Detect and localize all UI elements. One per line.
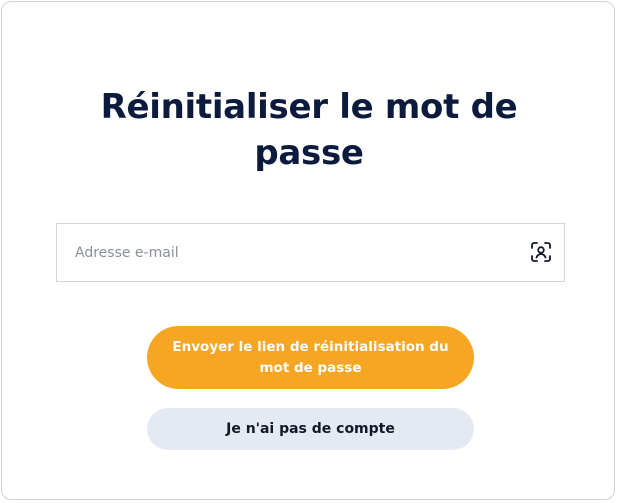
reset-password-card: Réinitialiser le mot de passe Envoyer le… bbox=[1, 1, 615, 500]
no-account-button[interactable]: Je n'ai pas de compte bbox=[147, 408, 474, 450]
email-field[interactable] bbox=[57, 224, 517, 281]
send-reset-link-button[interactable]: Envoyer le lien de réinitialisation du m… bbox=[147, 326, 474, 389]
email-field-container bbox=[56, 223, 565, 282]
page-title-line-2: passe bbox=[254, 133, 364, 173]
user-scan-icon[interactable] bbox=[530, 241, 552, 263]
page-title: Réinitialiser le mot de passe bbox=[2, 84, 616, 176]
page-title-line-1: Réinitialiser le mot de bbox=[100, 87, 518, 127]
